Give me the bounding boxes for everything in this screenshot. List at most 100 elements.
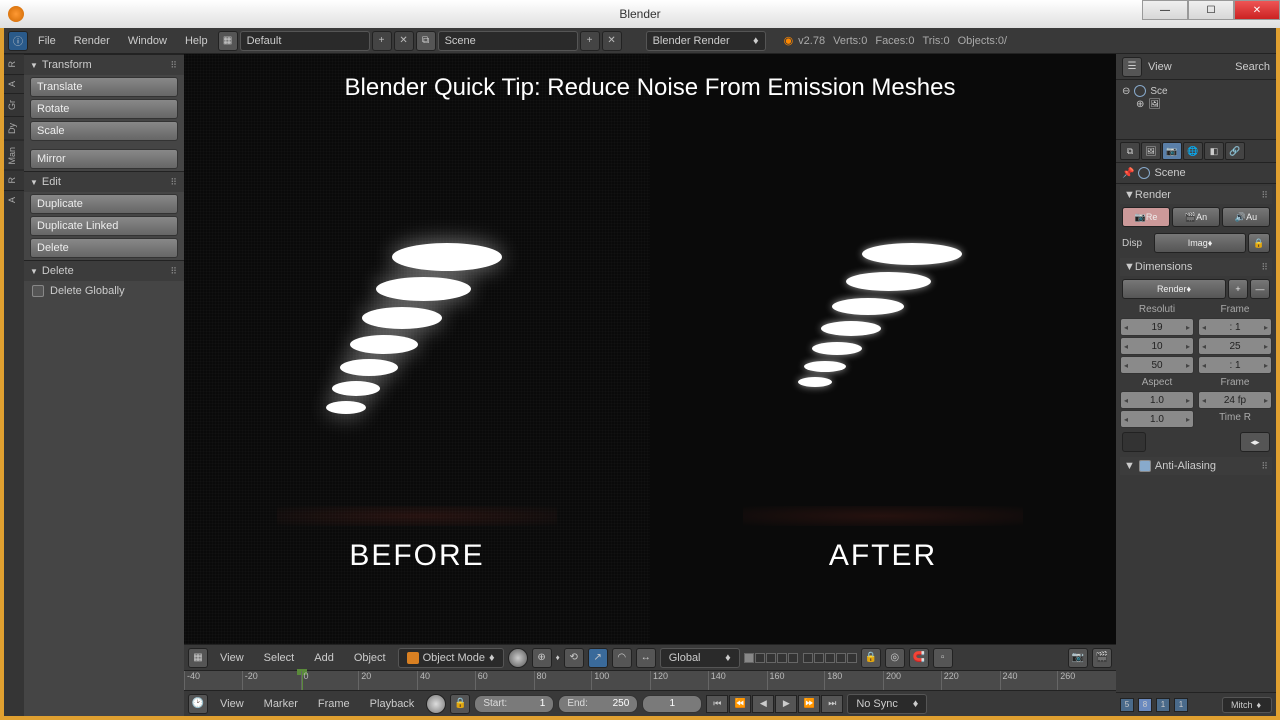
res-x-field[interactable]: 19 <box>1120 318 1194 336</box>
jump-end-button[interactable]: ⏭ <box>821 695 843 713</box>
outliner-editor-type-icon[interactable]: ☰ <box>1122 57 1142 77</box>
back-to-previous-icon[interactable]: ▦ <box>218 31 238 51</box>
vtab-0[interactable]: R <box>4 54 24 74</box>
delete-button[interactable]: Delete <box>30 238 178 258</box>
pivot-chevron-icon[interactable]: ♦ <box>556 653 560 662</box>
prev-key-button[interactable]: ⏪ <box>729 695 751 713</box>
panel-transform-header[interactable]: ▼Transform⠿ <box>24 55 184 75</box>
layer-buttons[interactable] <box>744 653 857 663</box>
viewport-3d[interactable]: Blender Quick Tip: Reduce Noise From Emi… <box>184 54 1116 644</box>
delete-globally-checkbox[interactable] <box>32 285 44 297</box>
vhdr-select[interactable]: Select <box>256 648 303 668</box>
manipulator-rotate-icon[interactable]: ◠ <box>612 648 632 668</box>
ptab-constraints[interactable]: 🔗 <box>1225 142 1245 160</box>
end-frame-field[interactable]: End:250 <box>558 695 638 713</box>
screen-layout-dropdown[interactable]: Default <box>240 31 370 51</box>
aspect-y-field[interactable]: 1.0 <box>1120 410 1194 428</box>
frame-indicator-2[interactable]: 1 <box>1156 698 1170 712</box>
frame-end-field[interactable]: 25 <box>1198 337 1272 355</box>
ptab-render[interactable]: ⧉ <box>1120 142 1140 160</box>
menu-help[interactable]: Help <box>177 31 216 51</box>
delete-scene-button[interactable]: ✕ <box>602 31 622 51</box>
remap-old-field[interactable]: ◂▸ <box>1240 432 1270 452</box>
frame-indicator-3[interactable]: 1 <box>1174 698 1188 712</box>
vtab-3[interactable]: Dy <box>4 116 24 140</box>
duplicate-linked-button[interactable]: Duplicate Linked <box>30 216 178 236</box>
pivot-icon[interactable]: ⊕ <box>532 648 552 668</box>
render-audio-button[interactable]: 🔊Au <box>1222 207 1270 227</box>
delete-layout-button[interactable]: ✕ <box>394 31 414 51</box>
manipulator-scale-icon[interactable]: ↔ <box>636 648 656 668</box>
delete-globally-row[interactable]: Delete Globally <box>24 281 184 301</box>
render-opengl-anim-icon[interactable]: 🎬 <box>1092 648 1112 668</box>
fps-field[interactable]: 24 fp <box>1198 391 1272 409</box>
user-dropdown[interactable]: Mitch ♦ <box>1222 697 1272 713</box>
border-toggle[interactable] <box>1122 432 1146 452</box>
panel-edit-header[interactable]: ▼Edit⠿ <box>24 172 184 192</box>
res-y-field[interactable]: 10 <box>1120 337 1194 355</box>
window-maximize-button[interactable]: ☐ <box>1188 0 1234 20</box>
vhdr-view[interactable]: View <box>212 648 252 668</box>
frame-indicator-0[interactable]: 5 <box>1120 698 1134 712</box>
outliner-tree[interactable]: ⊖Sce ⊕🖼 <box>1116 80 1276 140</box>
vtab-6[interactable]: A <box>4 190 24 209</box>
remove-preset-button[interactable]: — <box>1250 279 1270 299</box>
scene-browse-icon[interactable]: ⧉ <box>416 31 436 51</box>
manipulator-translate-icon[interactable]: ↗ <box>588 648 608 668</box>
vtab-4[interactable]: Man <box>4 140 24 171</box>
current-frame-field[interactable]: 1 <box>642 695 702 713</box>
render-engine-dropdown[interactable]: Blender Render♦ <box>646 31 766 51</box>
ptab-world[interactable]: 🌐 <box>1183 142 1203 160</box>
dimensions-panel-header[interactable]: ▼Dimensions⠿ <box>1120 258 1272 276</box>
vhdr-object[interactable]: Object <box>346 648 394 668</box>
tl-frame[interactable]: Frame <box>310 694 358 714</box>
vtab-5[interactable]: R <box>4 170 24 190</box>
next-key-button[interactable]: ⏩ <box>798 695 820 713</box>
add-scene-button[interactable]: + <box>580 31 600 51</box>
timeline-ruler[interactable]: -40 -20 0 20 40 60 80 100 120 140 160 18… <box>184 670 1116 690</box>
vtab-2[interactable]: Gr <box>4 93 24 116</box>
frame-step-field[interactable]: : 1 <box>1198 356 1272 374</box>
vtab-1[interactable]: A <box>4 74 24 93</box>
aa-panel-header[interactable]: ▼Anti-Aliasing⠿ <box>1120 457 1272 475</box>
pin-icon[interactable]: 📌 <box>1122 168 1134 179</box>
rotate-button[interactable]: Rotate <box>30 99 178 119</box>
render-preset-dropdown[interactable]: Render ♦ <box>1122 279 1226 299</box>
play-reverse-button[interactable]: ◀ <box>752 695 774 713</box>
vhdr-add[interactable]: Add <box>306 648 342 668</box>
lock-camera-icon[interactable]: 🔒 <box>861 648 881 668</box>
mirror-button[interactable]: Mirror <box>30 149 178 169</box>
aa-checkbox[interactable] <box>1139 460 1151 472</box>
display-mode-dropdown[interactable]: Imag ♦ <box>1154 233 1246 253</box>
mode-dropdown[interactable]: Object Mode♦ <box>398 648 504 668</box>
tl-marker[interactable]: Marker <box>256 694 306 714</box>
lock-range-icon[interactable]: 🔒 <box>450 694 470 714</box>
frame-start-field[interactable]: : 1 <box>1198 318 1272 336</box>
res-pct-field[interactable]: 50 <box>1120 356 1194 374</box>
window-close-button[interactable]: ✕ <box>1234 0 1280 20</box>
sync-dropdown[interactable]: No Sync♦ <box>847 694 927 714</box>
render-still-button[interactable]: 📷Re <box>1122 207 1170 227</box>
menu-file[interactable]: File <box>30 31 64 51</box>
translate-button[interactable]: Translate <box>30 77 178 97</box>
window-minimize-button[interactable]: — <box>1142 0 1188 20</box>
add-layout-button[interactable]: + <box>372 31 392 51</box>
menu-render[interactable]: Render <box>66 31 118 51</box>
autokey-icon[interactable] <box>426 694 446 714</box>
play-button[interactable]: ▶ <box>775 695 797 713</box>
outliner-view[interactable]: View <box>1148 61 1172 73</box>
render-opengl-icon[interactable]: 📷 <box>1068 648 1088 668</box>
aspect-x-field[interactable]: 1.0 <box>1120 391 1194 409</box>
menu-window[interactable]: Window <box>120 31 175 51</box>
start-frame-field[interactable]: Start:1 <box>474 695 554 713</box>
jump-start-button[interactable]: ⏮ <box>706 695 728 713</box>
viewport-editor-type-icon[interactable]: ▦ <box>188 648 208 668</box>
duplicate-button[interactable]: Duplicate <box>30 194 178 214</box>
ptab-scene[interactable]: 📷 <box>1162 142 1182 160</box>
snap-icon[interactable]: 🧲 <box>909 648 929 668</box>
scene-dropdown[interactable]: Scene <box>438 31 578 51</box>
ptab-object[interactable]: ◧ <box>1204 142 1224 160</box>
timeline-editor-type-icon[interactable]: 🕑 <box>188 694 208 714</box>
tl-playback[interactable]: Playback <box>362 694 423 714</box>
panel-delete-header[interactable]: ▼Delete⠿ <box>24 261 184 281</box>
